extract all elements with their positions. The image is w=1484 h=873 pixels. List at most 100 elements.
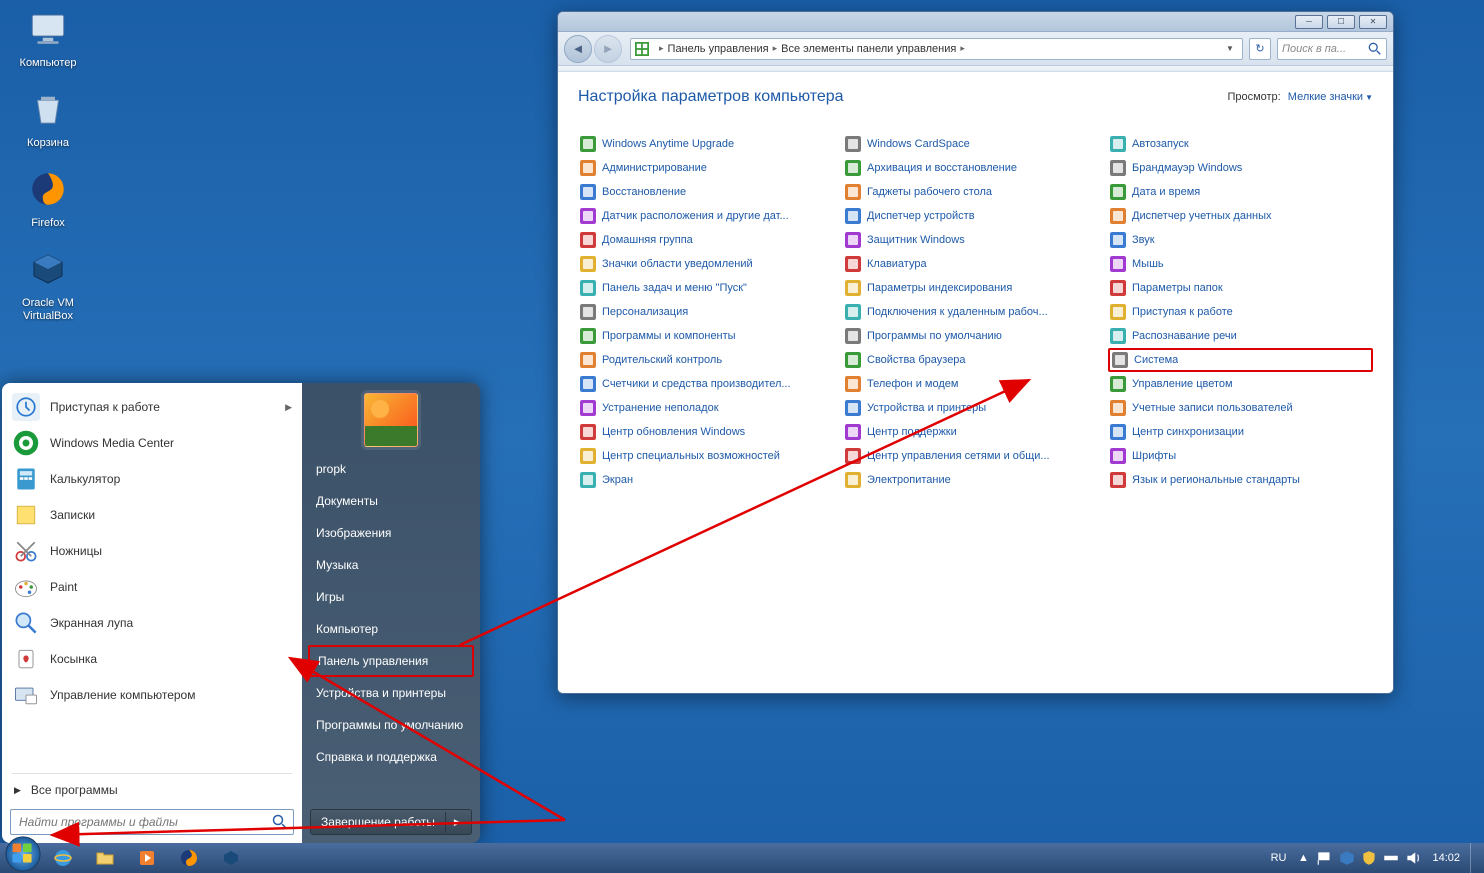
- address-bar[interactable]: ▸ Панель управления ▸ Все элементы панел…: [630, 38, 1243, 60]
- tray-show-hidden-icon[interactable]: ▲: [1294, 849, 1312, 867]
- tb-vbox[interactable]: [211, 846, 251, 870]
- sm-help[interactable]: Справка и поддержка: [302, 741, 480, 773]
- cp-item[interactable]: Подключения к удаленным рабоч...: [843, 300, 1108, 324]
- cp-item[interactable]: Учетные записи пользователей: [1108, 396, 1373, 420]
- refresh-button[interactable]: ↻: [1249, 38, 1271, 60]
- window-titlebar[interactable]: ─ ☐ ✕: [558, 12, 1393, 32]
- cp-item[interactable]: Брандмауэр Windows: [1108, 156, 1373, 180]
- window-close-button[interactable]: ✕: [1359, 15, 1387, 29]
- tb-firefox[interactable]: [169, 846, 209, 870]
- sm-paint[interactable]: Paint: [4, 569, 300, 605]
- sm-solitaire[interactable]: Косынка: [4, 641, 300, 677]
- tray-network-icon[interactable]: [1382, 849, 1400, 867]
- cp-item[interactable]: Центр поддержки: [843, 420, 1108, 444]
- cp-item[interactable]: Центр управления сетями и общи...: [843, 444, 1108, 468]
- cp-item[interactable]: Устранение неполадок: [578, 396, 843, 420]
- cp-item[interactable]: Язык и региональные стандарты: [1108, 468, 1373, 492]
- sm-calculator[interactable]: Калькулятор: [4, 461, 300, 497]
- tray-shield-icon[interactable]: [1360, 849, 1378, 867]
- nav-forward-button[interactable]: ►: [594, 35, 622, 63]
- desktop-icon-computer[interactable]: Компьютер: [10, 6, 86, 70]
- cp-item[interactable]: Программы по умолчанию: [843, 324, 1108, 348]
- tb-ie[interactable]: [43, 846, 83, 870]
- sm-getting-started[interactable]: Приступая к работе ▶: [4, 389, 300, 425]
- cp-item[interactable]: Домашняя группа: [578, 228, 843, 252]
- lang-indicator[interactable]: RU: [1271, 852, 1287, 864]
- cp-item[interactable]: Центр синхронизации: [1108, 420, 1373, 444]
- sm-compmgmt[interactable]: Управление компьютером: [4, 677, 300, 713]
- window-minimize-button[interactable]: ─: [1295, 15, 1323, 29]
- breadcrumb-item[interactable]: Все элементы панели управления: [781, 43, 956, 55]
- cp-item[interactable]: Параметры папок: [1108, 276, 1373, 300]
- cp-item[interactable]: Восстановление: [578, 180, 843, 204]
- cp-item[interactable]: Windows Anytime Upgrade: [578, 132, 843, 156]
- cp-item[interactable]: Шрифты: [1108, 444, 1373, 468]
- cp-item[interactable]: Электропитание: [843, 468, 1108, 492]
- breadcrumb-item[interactable]: Панель управления: [668, 43, 769, 55]
- cp-item[interactable]: Датчик расположения и другие дат...: [578, 204, 843, 228]
- show-desktop-button[interactable]: [1470, 843, 1478, 873]
- sm-snipping[interactable]: Ножницы: [4, 533, 300, 569]
- sm-notes[interactable]: Записки: [4, 497, 300, 533]
- cp-item[interactable]: Защитник Windows: [843, 228, 1108, 252]
- desktop-icon-virtualbox[interactable]: Oracle VM VirtualBox: [10, 246, 86, 323]
- sm-computer[interactable]: Компьютер: [302, 613, 480, 645]
- user-avatar[interactable]: [364, 393, 418, 447]
- cp-item[interactable]: Устройства и принтеры: [843, 396, 1108, 420]
- sm-documents[interactable]: Документы: [302, 485, 480, 517]
- sm-control-panel[interactable]: Панель управления: [308, 645, 474, 677]
- tray-vbox-icon[interactable]: [1338, 849, 1356, 867]
- sm-username[interactable]: propk: [302, 453, 480, 485]
- shutdown-options-icon[interactable]: ▶: [445, 812, 469, 833]
- cp-item[interactable]: Центр обновления Windows: [578, 420, 843, 444]
- sm-devices[interactable]: Устройства и принтеры: [302, 677, 480, 709]
- cp-item[interactable]: Архивация и восстановление: [843, 156, 1108, 180]
- cp-item[interactable]: Родительский контроль: [578, 348, 843, 372]
- cp-item[interactable]: Система: [1108, 348, 1373, 372]
- cp-item[interactable]: Управление цветом: [1108, 372, 1373, 396]
- cp-item[interactable]: Программы и компоненты: [578, 324, 843, 348]
- sm-default-programs[interactable]: Программы по умолчанию: [302, 709, 480, 741]
- cp-item[interactable]: Автозапуск: [1108, 132, 1373, 156]
- cp-item[interactable]: Диспетчер устройств: [843, 204, 1108, 228]
- nav-back-button[interactable]: ◄: [564, 35, 592, 63]
- cp-item[interactable]: Экран: [578, 468, 843, 492]
- cp-item[interactable]: Гаджеты рабочего стола: [843, 180, 1108, 204]
- sm-games[interactable]: Игры: [302, 581, 480, 613]
- cp-item[interactable]: Центр специальных возможностей: [578, 444, 843, 468]
- tray-flag-icon[interactable]: [1316, 849, 1334, 867]
- view-dropdown[interactable]: Мелкие значки▼: [1288, 91, 1373, 103]
- tb-wmp[interactable]: [127, 846, 167, 870]
- cp-item[interactable]: Счетчики и средства производител...: [578, 372, 843, 396]
- sm-music[interactable]: Музыка: [302, 549, 480, 581]
- cp-item[interactable]: Распознавание речи: [1108, 324, 1373, 348]
- cp-item[interactable]: Панель задач и меню "Пуск": [578, 276, 843, 300]
- cp-item[interactable]: Свойства браузера: [843, 348, 1108, 372]
- sm-all-programs[interactable]: ▶ Все программы: [4, 777, 300, 803]
- clock[interactable]: 14:02: [1432, 852, 1460, 864]
- cp-item[interactable]: Администрирование: [578, 156, 843, 180]
- window-maximize-button[interactable]: ☐: [1327, 15, 1355, 29]
- start-button[interactable]: [4, 835, 42, 873]
- cp-item[interactable]: Персонализация: [578, 300, 843, 324]
- sm-shutdown[interactable]: Завершение работы ▶: [310, 809, 472, 835]
- search-box[interactable]: Поиск в па...: [1277, 38, 1387, 60]
- cp-item[interactable]: Звук: [1108, 228, 1373, 252]
- sm-magnifier[interactable]: Экранная лупа: [4, 605, 300, 641]
- cp-item[interactable]: Клавиатура: [843, 252, 1108, 276]
- sm-search[interactable]: [10, 809, 294, 835]
- cp-item[interactable]: Windows CardSpace: [843, 132, 1108, 156]
- cp-item[interactable]: Мышь: [1108, 252, 1373, 276]
- tb-explorer[interactable]: [85, 846, 125, 870]
- sm-pictures[interactable]: Изображения: [302, 517, 480, 549]
- cp-item[interactable]: Параметры индексирования: [843, 276, 1108, 300]
- cp-item[interactable]: Значки области уведомлений: [578, 252, 843, 276]
- cp-item[interactable]: Дата и время: [1108, 180, 1373, 204]
- desktop-icon-firefox[interactable]: Firefox: [10, 166, 86, 230]
- cp-item[interactable]: Телефон и модем: [843, 372, 1108, 396]
- address-dropdown[interactable]: ▼: [1222, 44, 1238, 53]
- cp-item[interactable]: Приступая к работе: [1108, 300, 1373, 324]
- cp-item[interactable]: Диспетчер учетных данных: [1108, 204, 1373, 228]
- tray-volume-icon[interactable]: [1404, 849, 1422, 867]
- sm-wmc[interactable]: Windows Media Center: [4, 425, 300, 461]
